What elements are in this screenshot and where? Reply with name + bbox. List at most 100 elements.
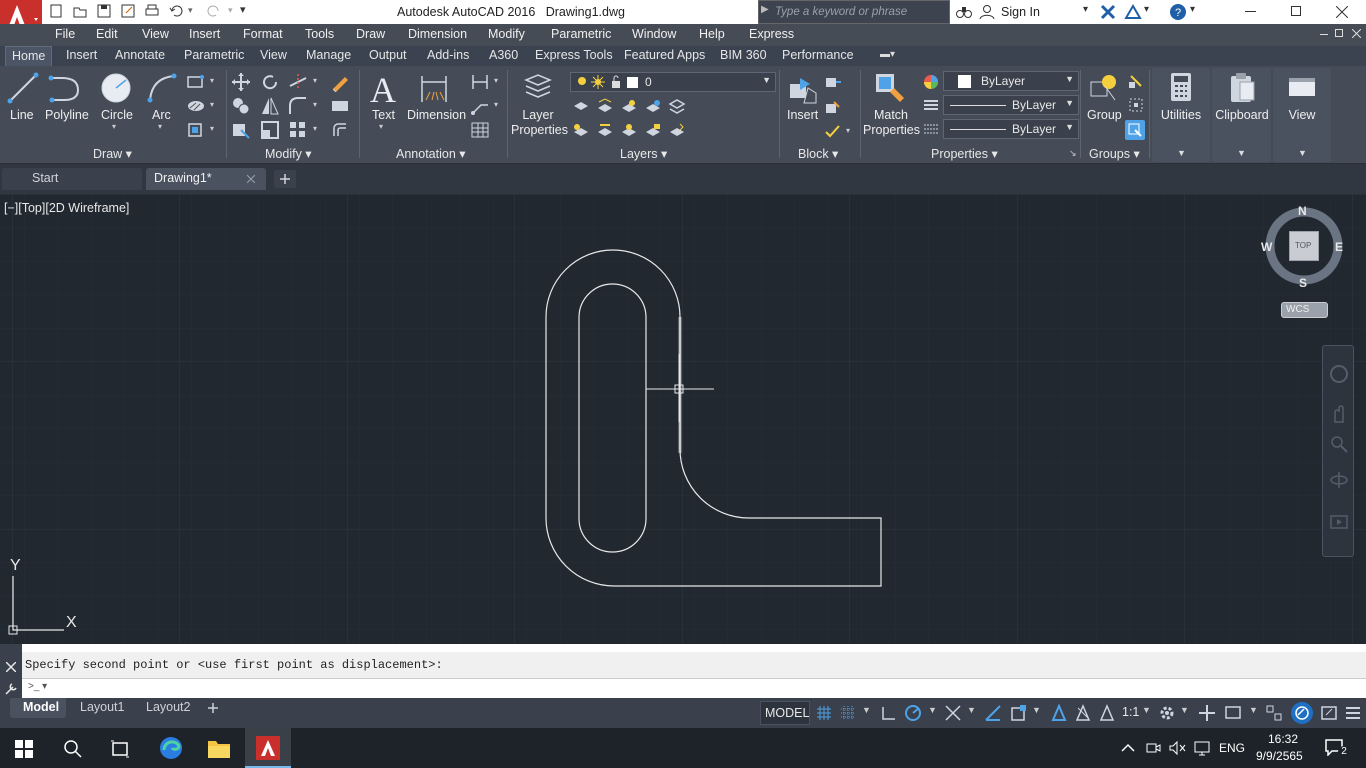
command-line-grip[interactable] <box>0 644 22 698</box>
hatch-icon[interactable] <box>186 98 206 114</box>
sign-in-link[interactable]: Sign In <box>1001 5 1040 19</box>
pan-icon[interactable] <box>1329 404 1349 424</box>
doc-close-icon[interactable] <box>1352 29 1361 38</box>
circle-button-label[interactable]: Circle <box>101 108 133 123</box>
binoculars-icon[interactable] <box>955 4 973 20</box>
compass-east[interactable]: E <box>1335 240 1343 254</box>
zoom-extents-icon[interactable] <box>1329 434 1349 454</box>
tab-parametric[interactable]: Parametric <box>184 48 244 62</box>
properties-panel-title[interactable]: Properties ▾ <box>931 146 998 161</box>
menu-file[interactable]: File <box>55 27 75 41</box>
dimension-button-label[interactable]: Dimension <box>407 108 466 123</box>
annotation-scale-value[interactable]: 1:1 <box>1122 705 1139 719</box>
search-box[interactable]: ▶ Type a keyword or phrase <box>758 0 950 24</box>
command-input-row[interactable]: >_ ▾ <box>22 678 1366 698</box>
ribbon-toggle-icon[interactable]: ▬▾ <box>880 49 904 63</box>
file-tab-drawing1[interactable]: Drawing1* <box>146 168 266 190</box>
menu-format[interactable]: Format <box>243 27 283 41</box>
match-properties-icon[interactable] <box>874 72 906 106</box>
model-space-button[interactable]: MODEL <box>760 701 810 725</box>
undo-icon[interactable] <box>168 3 184 19</box>
tab-express-tools[interactable]: Express Tools <box>535 48 613 62</box>
meet-now-icon[interactable] <box>1145 740 1161 756</box>
customization-menu-icon[interactable] <box>1345 704 1361 722</box>
layer-tool-icon[interactable] <box>596 122 614 140</box>
properties-dialog-launcher-icon[interactable]: ↘ <box>1069 148 1077 159</box>
layer-tool-icon[interactable] <box>644 122 662 140</box>
menu-express[interactable]: Express <box>749 27 794 41</box>
doc-minimize-icon[interactable] <box>1320 34 1328 35</box>
insert-block-icon[interactable] <box>786 74 820 104</box>
customize-qat-icon[interactable]: ▾ <box>240 3 246 16</box>
ortho-icon[interactable] <box>880 705 896 721</box>
grid-icon[interactable] <box>816 705 832 721</box>
plot-icon[interactable] <box>144 3 160 19</box>
clock-date[interactable]: 9/9/2565 <box>1256 749 1303 763</box>
clipboard-panel[interactable]: Clipboard ▼ <box>1212 68 1271 162</box>
new-icon[interactable] <box>48 3 64 19</box>
color-dropdown[interactable]: ByLayer ▼ <box>943 71 1079 91</box>
snap-icon[interactable] <box>840 705 856 721</box>
save-as-icon[interactable] <box>120 3 136 19</box>
annotation-scale-icon[interactable] <box>1098 704 1116 722</box>
file-explorer-icon[interactable] <box>207 737 231 759</box>
rotate-icon[interactable] <box>260 72 280 92</box>
copy-icon[interactable] <box>231 96 251 116</box>
layout-tab-model[interactable]: Model <box>10 698 66 718</box>
network-icon[interactable] <box>1193 740 1211 756</box>
search-icon[interactable] <box>63 739 83 759</box>
help-icon[interactable]: ? <box>1169 3 1187 21</box>
layout-tab-layout1[interactable]: Layout1 <box>80 700 124 714</box>
block-panel-title[interactable]: Block ▾ <box>798 146 838 161</box>
polar-tracking-icon[interactable] <box>904 704 922 722</box>
clock-time[interactable]: 16:32 <box>1268 732 1298 746</box>
polyline-button-label[interactable]: Polyline <box>45 108 89 123</box>
autoscale-icon[interactable] <box>1074 704 1092 722</box>
offset-icon[interactable] <box>330 120 350 140</box>
create-block-icon[interactable] <box>824 74 842 92</box>
scale-icon[interactable] <box>260 120 280 140</box>
line-button-label[interactable]: Line <box>10 108 34 123</box>
object-snap-icon[interactable] <box>1010 704 1028 722</box>
workspace-gear-icon[interactable] <box>1158 704 1176 722</box>
a360-icon[interactable] <box>1124 4 1142 20</box>
minimize-button[interactable] <box>1228 0 1274 24</box>
table-icon[interactable] <box>470 120 490 140</box>
task-view-icon[interactable] <box>110 739 130 759</box>
object-snap-tracking-icon[interactable] <box>984 704 1002 722</box>
viewcube[interactable]: TOP N S E W <box>1261 204 1346 290</box>
polyline-icon[interactable] <box>48 72 82 104</box>
arc-icon[interactable] <box>146 72 178 104</box>
wcs-menu[interactable]: WCS <box>1281 302 1328 318</box>
windows-start-icon[interactable] <box>15 740 33 758</box>
menu-parametric[interactable]: Parametric <box>551 27 611 41</box>
mirror-icon[interactable] <box>260 96 280 116</box>
insert-button-label[interactable]: Insert <box>787 108 818 123</box>
fillet-icon[interactable] <box>288 96 308 116</box>
tab-annotate[interactable]: Annotate <box>115 48 165 62</box>
tab-bim-360[interactable]: BIM 360 <box>720 48 767 62</box>
leader-icon[interactable] <box>470 96 490 116</box>
circle-dropdown-icon[interactable]: ▾ <box>112 122 116 131</box>
restore-button[interactable] <box>1274 0 1320 24</box>
circle-icon[interactable] <box>100 72 132 104</box>
notification-center[interactable]: 2 <box>1322 736 1352 760</box>
save-icon[interactable] <box>96 3 112 19</box>
trim-icon[interactable] <box>288 72 308 92</box>
menu-edit[interactable]: Edit <box>96 27 118 41</box>
tab-home[interactable]: Home <box>5 46 53 66</box>
tab-add-ins[interactable]: Add-ins <box>427 48 469 62</box>
drawing-viewport[interactable]: [−][Top][2D Wireframe] TOP N S E W WCS Y <box>0 194 1366 644</box>
menu-modify[interactable]: Modify <box>488 27 525 41</box>
move-icon[interactable] <box>231 72 251 92</box>
menu-tools[interactable]: Tools <box>305 27 334 41</box>
isolate-objects-icon[interactable] <box>1265 704 1283 722</box>
fullscreen-icon[interactable] <box>1320 704 1338 722</box>
array-icon-small[interactable] <box>330 96 350 116</box>
groups-panel-title[interactable]: Groups ▾ <box>1089 146 1140 161</box>
compass-west[interactable]: W <box>1261 240 1272 254</box>
array-icon[interactable] <box>288 120 308 140</box>
exchange-apps-icon[interactable] <box>1100 4 1116 20</box>
edge-browser-icon[interactable] <box>159 736 183 760</box>
clean-screen-toggle[interactable] <box>1291 702 1313 724</box>
